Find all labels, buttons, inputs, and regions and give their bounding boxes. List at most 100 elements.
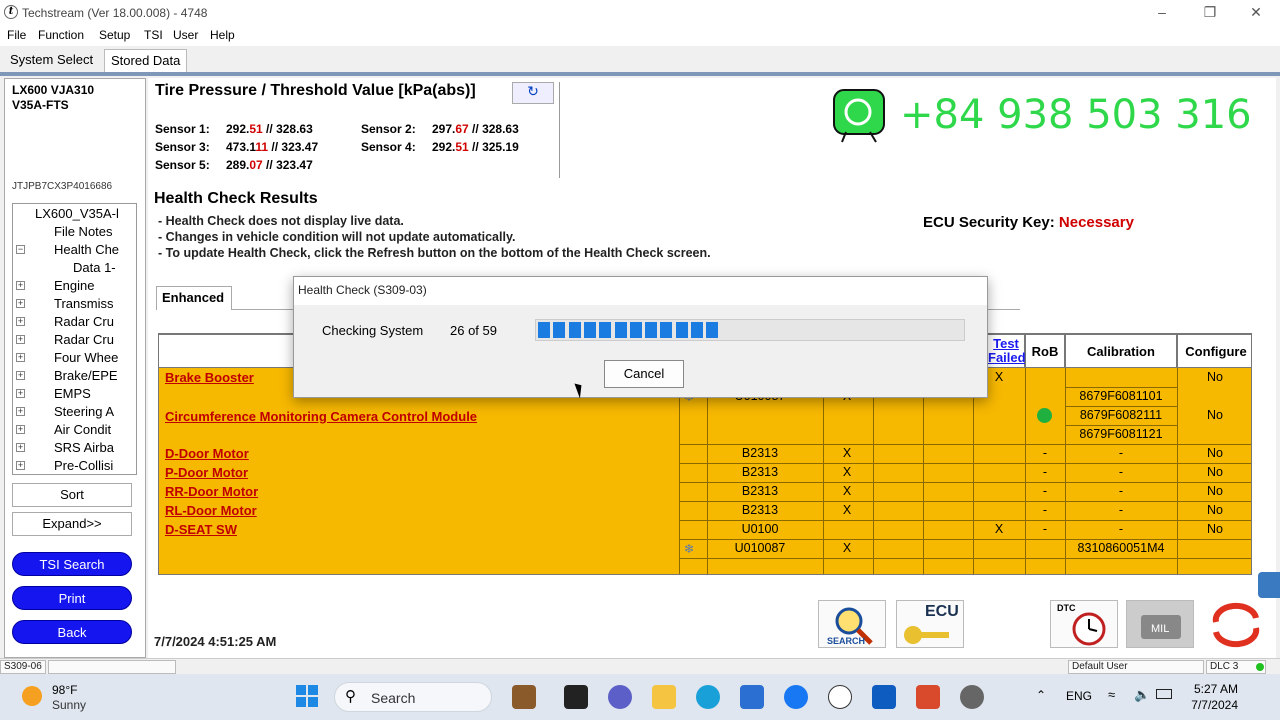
menu-function[interactable]: Function bbox=[38, 28, 84, 42]
tree-item[interactable]: Four Whee bbox=[54, 350, 118, 365]
ecu-name-link[interactable]: RR-Door Motor bbox=[165, 484, 258, 499]
sort-button[interactable]: Sort bbox=[12, 483, 132, 507]
maximize-button[interactable]: ❐ bbox=[1200, 4, 1220, 22]
tab-system-select[interactable]: System Select bbox=[4, 49, 99, 73]
ecu-name-link[interactable]: Brake Booster bbox=[165, 370, 254, 385]
clock-time[interactable]: 5:27 AM bbox=[1190, 682, 1238, 696]
language-indicator[interactable]: ENG bbox=[1066, 689, 1092, 703]
table-row[interactable]: D-SEAT SW U0100 X - - No bbox=[159, 520, 1251, 539]
expand-plus-icon[interactable]: + bbox=[16, 461, 25, 470]
refresh-tire-icon[interactable]: ↻ bbox=[512, 82, 554, 104]
table-row[interactable]: D-Door Motor B2313 X - - No bbox=[159, 444, 1251, 463]
table-row[interactable]: 8679F6081121 bbox=[159, 425, 1251, 444]
menu-file[interactable]: File bbox=[7, 28, 26, 42]
tree-item[interactable]: Brake/EPE bbox=[54, 368, 118, 383]
cancel-button[interactable]: Cancel bbox=[604, 360, 684, 388]
menu-help[interactable]: Help bbox=[210, 28, 235, 42]
edge-icon[interactable] bbox=[696, 685, 720, 709]
tree-item[interactable]: Radar Cru bbox=[54, 314, 114, 329]
menu-user[interactable]: User bbox=[173, 28, 198, 42]
expand-plus-icon[interactable]: + bbox=[16, 407, 25, 416]
header-configure[interactable]: Configure bbox=[1177, 334, 1251, 368]
table-row[interactable]: P-Door Motor B2313 X - - No bbox=[159, 463, 1251, 482]
expand-plus-icon[interactable]: + bbox=[16, 335, 25, 344]
task-view-icon[interactable] bbox=[564, 685, 588, 709]
back-button[interactable]: Back bbox=[12, 620, 132, 644]
collapse-minus-icon[interactable]: − bbox=[16, 245, 25, 254]
file-explorer-icon[interactable] bbox=[652, 685, 676, 709]
tree-item[interactable]: Health Chе bbox=[54, 242, 119, 257]
sensor-value: 297. bbox=[432, 122, 456, 136]
system-tree[interactable]: LX600_V35A-l File Notes Health Chе − Data 1-… bbox=[12, 203, 137, 475]
facebook-icon[interactable] bbox=[784, 685, 808, 709]
tree-item[interactable]: Air Condit bbox=[54, 422, 111, 437]
settings-gear-icon[interactable] bbox=[960, 685, 984, 709]
table-divider bbox=[823, 368, 824, 574]
expand-button[interactable]: Expand>> bbox=[12, 512, 132, 536]
table-row[interactable]: Circumference Monitoring Camera Control … bbox=[159, 406, 1251, 425]
search-tool-button[interactable]: SEARCH bbox=[818, 600, 886, 648]
expand-plus-icon[interactable]: + bbox=[16, 317, 25, 326]
tray-chevron-icon[interactable]: ⌃ bbox=[1036, 688, 1046, 702]
tab-enhanced[interactable]: Enhanced bbox=[156, 286, 232, 310]
app-p-icon[interactable] bbox=[916, 685, 940, 709]
tree-item[interactable]: Engine bbox=[54, 278, 94, 293]
tree-item[interactable]: EMPS bbox=[54, 386, 91, 401]
teamviewer-icon[interactable] bbox=[872, 685, 896, 709]
ecu-name-link[interactable]: D-SEAT SW bbox=[165, 522, 237, 537]
header-calibration[interactable]: Calibration bbox=[1065, 334, 1177, 368]
table-row[interactable]: RL-Door Motor B2313 X - - No bbox=[159, 501, 1251, 520]
tree-item[interactable]: Pre-Collisi bbox=[54, 458, 113, 473]
windows-start-icon[interactable] bbox=[296, 685, 318, 707]
minimize-button[interactable]: – bbox=[1152, 4, 1172, 22]
tree-item[interactable]: Steering A bbox=[54, 404, 114, 419]
mil-button[interactable]: MIL bbox=[1126, 600, 1194, 648]
dtc-button[interactable]: DTC bbox=[1050, 600, 1118, 648]
expand-plus-icon[interactable]: + bbox=[16, 389, 25, 398]
ecu-name-link[interactable]: Circumference Monitoring Camera Control … bbox=[165, 409, 477, 424]
table-row[interactable]: U010087 X 8310860051M4 ❄ bbox=[159, 539, 1251, 558]
expand-plus-icon[interactable]: + bbox=[16, 425, 25, 434]
expand-plus-icon[interactable]: + bbox=[16, 353, 25, 362]
sensor-reading: Sensor 2: 297.67 // 328.63 bbox=[361, 122, 519, 136]
side-tab-icon[interactable] bbox=[1258, 572, 1280, 598]
tab-stored-data[interactable]: Stored Data bbox=[104, 49, 188, 73]
table-row[interactable]: RR-Door Motor B2313 X - - No bbox=[159, 482, 1251, 501]
header-rob[interactable]: RoB bbox=[1025, 334, 1065, 368]
taskbar-search[interactable]: ⚲ Search bbox=[334, 682, 492, 712]
menu-setup[interactable]: Setup bbox=[99, 28, 130, 42]
close-button[interactable]: ✕ bbox=[1246, 4, 1266, 22]
teams-icon[interactable] bbox=[608, 685, 632, 709]
header-test-failed[interactable]: Test Failed bbox=[987, 334, 1026, 368]
ecu-name-link[interactable]: D-Door Motor bbox=[165, 446, 249, 461]
tsi-search-button[interactable]: TSI Search bbox=[12, 552, 132, 576]
store-icon[interactable] bbox=[740, 685, 764, 709]
volume-icon[interactable]: 🔈 bbox=[1134, 687, 1150, 703]
tree-item[interactable]: Radar Cru bbox=[54, 332, 114, 347]
cell-cal: - bbox=[1118, 484, 1124, 498]
clock-date[interactable]: 7/7/2024 bbox=[1180, 698, 1238, 712]
ecu-key-button[interactable]: ECU bbox=[896, 600, 964, 648]
expand-plus-icon[interactable]: + bbox=[16, 371, 25, 380]
expand-plus-icon[interactable]: + bbox=[16, 299, 25, 308]
refresh-button[interactable] bbox=[1206, 600, 1266, 648]
techstream-taskbar-icon[interactable] bbox=[828, 685, 852, 709]
tree-item[interactable]: SRS Airba bbox=[54, 440, 114, 455]
menu-tsi[interactable]: TSI bbox=[144, 28, 163, 42]
tree-item[interactable]: LX600_V35A-l bbox=[35, 206, 119, 221]
expand-plus-icon[interactable]: + bbox=[16, 443, 25, 452]
tree-item[interactable]: Transmiss bbox=[54, 296, 113, 311]
status-empty-1 bbox=[48, 660, 176, 674]
ecu-name-link[interactable]: RL-Door Motor bbox=[165, 503, 257, 518]
tree-item[interactable]: File Notes bbox=[54, 224, 113, 239]
battery-icon[interactable] bbox=[1156, 689, 1172, 699]
print-button[interactable]: Print bbox=[12, 586, 132, 610]
expand-plus-icon[interactable]: + bbox=[16, 281, 25, 290]
ecu-name-link[interactable]: P-Door Motor bbox=[165, 465, 248, 480]
cell-conf: No bbox=[1207, 408, 1223, 422]
wifi-icon[interactable]: ≈ bbox=[1108, 687, 1115, 702]
freeze-frame-icon[interactable]: ❄ bbox=[681, 541, 697, 556]
tree-item[interactable]: Data 1- bbox=[73, 260, 116, 275]
sensor-threshold: 328. bbox=[276, 122, 300, 136]
widget-icon[interactable] bbox=[512, 685, 536, 709]
